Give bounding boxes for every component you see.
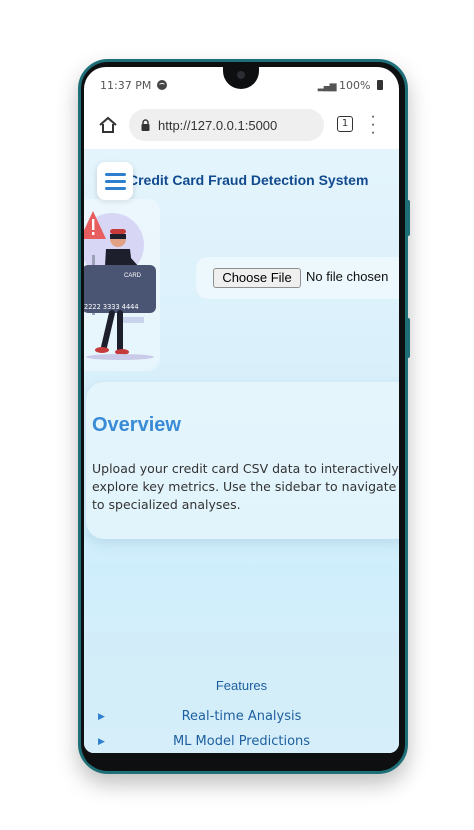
- feature-item[interactable]: Real-time Analysis: [84, 709, 399, 724]
- status-time-group: 11:37 PM: [100, 79, 167, 92]
- fraud-illustration-panel: CARD 2222 3333 4444: [84, 199, 160, 371]
- volume-button: [406, 200, 410, 236]
- features-heading: Features: [215, 678, 268, 693]
- feature-item[interactable]: ML Model Predictions: [84, 734, 399, 749]
- fraud-illustration: CARD 2222 3333 4444: [84, 211, 156, 360]
- overview-card: Overview Upload your credit card CSV dat…: [86, 382, 399, 539]
- signal-icon: ▂▄▆: [317, 82, 337, 92]
- overview-line: Upload your credit card CSV data to inte…: [92, 461, 399, 476]
- web-content: Credit Card Fraud Detection System CARD …: [84, 149, 399, 753]
- lock-icon: [141, 119, 150, 131]
- overview-line: explore key metrics. Use the sidebar to …: [92, 479, 397, 494]
- menu-bar-bottom: [105, 187, 126, 190]
- choose-file-button[interactable]: Choose File: [213, 268, 301, 288]
- sidebar-menu-button[interactable]: [97, 162, 133, 200]
- tab-switcher-button[interactable]: 1: [337, 116, 353, 132]
- phone-bottom-bezel: [84, 753, 399, 767]
- address-bar[interactable]: http://127.0.0.1:5000: [129, 109, 324, 141]
- overview-line: to specialized analyses.: [92, 497, 241, 512]
- status-time: 11:37 PM: [100, 79, 152, 92]
- device-stage: 11:37 PM ▂▄▆ 100% http://127.0.0.1:5000: [0, 0, 474, 830]
- file-upload-panel: Choose File No file chosen: [196, 257, 399, 299]
- card-label: CARD: [124, 273, 142, 279]
- url-text: http://127.0.0.1:5000: [158, 118, 278, 133]
- power-button: [406, 318, 410, 358]
- menu-bar-middle: [105, 180, 126, 183]
- overview-title: Overview: [92, 414, 181, 436]
- overview-text: Upload your credit card CSV data to inte…: [92, 460, 399, 514]
- spotify-icon: [156, 80, 167, 90]
- card-number: 2222 3333 4444: [84, 303, 139, 311]
- battery-percent: 100%: [339, 79, 371, 92]
- menu-bar-top: [105, 173, 126, 176]
- more-options-icon[interactable]: · · ·: [370, 109, 376, 141]
- battery-icon: [377, 80, 383, 90]
- browser-toolbar: http://127.0.0.1:5000 1 · · ·: [84, 103, 399, 149]
- file-status-text: No file chosen: [306, 269, 389, 284]
- camera-icon: [237, 71, 245, 79]
- page-title: Credit Card Fraud Detection System: [128, 172, 369, 188]
- phone-screen: 11:37 PM ▂▄▆ 100% http://127.0.0.1:5000: [84, 67, 399, 753]
- status-right-group: ▂▄▆ 100%: [318, 79, 383, 92]
- home-icon[interactable]: [98, 115, 118, 135]
